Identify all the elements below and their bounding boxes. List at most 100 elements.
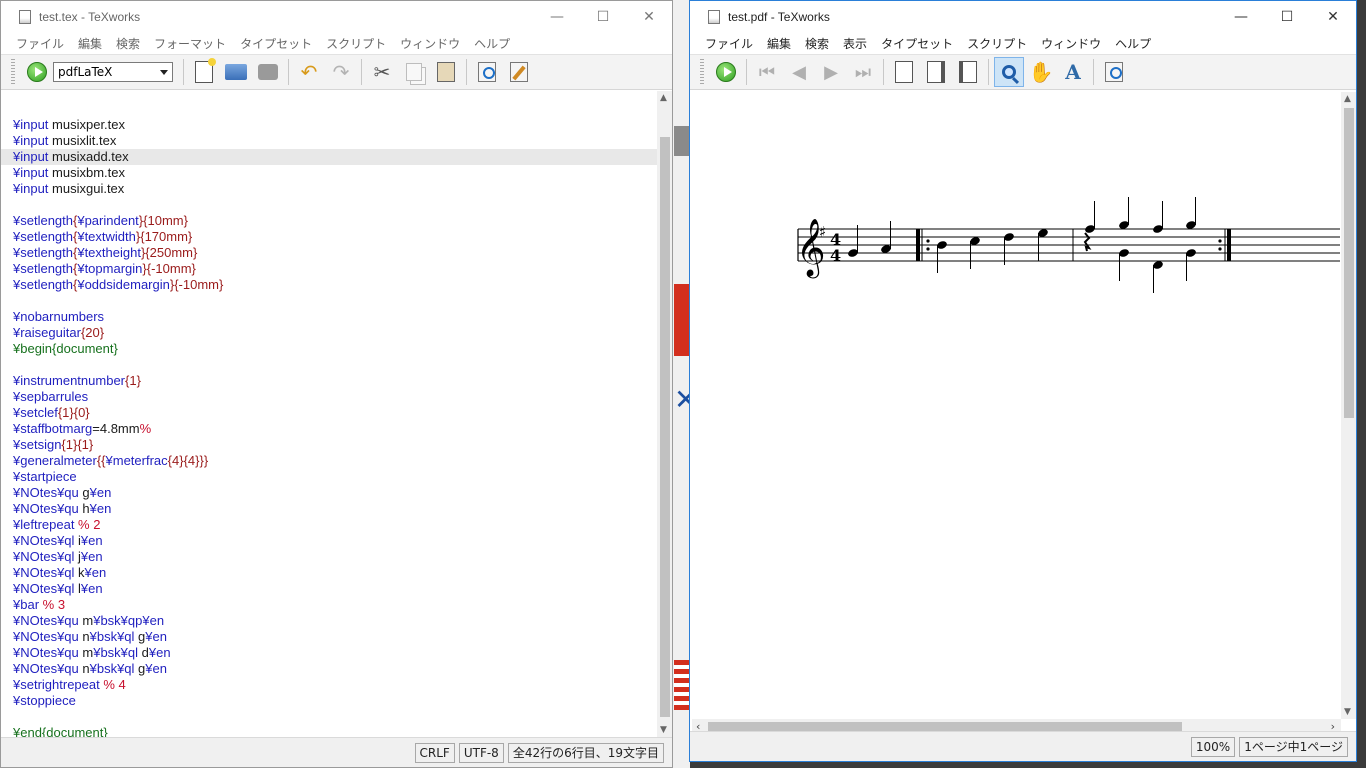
code-line[interactable]: ¥leftrepeat % 2 [1, 517, 657, 533]
code-line[interactable]: ¥NOtes¥qu g¥en [1, 485, 657, 501]
paste-button[interactable] [431, 57, 461, 87]
code-line[interactable]: ¥input musixadd.tex [1, 149, 657, 165]
scroll-down-icon[interactable]: ▼ [1344, 707, 1351, 717]
code-line[interactable]: ¥end{document} [1, 725, 657, 737]
toolbar-grip[interactable] [11, 59, 15, 85]
code-line[interactable]: ¥setlength{¥topmargin}{-10mm} [1, 261, 657, 277]
code-line[interactable]: ¥setrightrepeat % 4 [1, 677, 657, 693]
code-line[interactable]: ¥NOtes¥ql i¥en [1, 533, 657, 549]
code-line[interactable]: ¥setsign{1}{1} [1, 437, 657, 453]
encoding-indicator[interactable]: UTF-8 [458, 742, 504, 763]
code-line[interactable]: ¥raiseguitar{20} [1, 325, 657, 341]
code-line[interactable]: ¥input musixbm.tex [1, 165, 657, 181]
page-indicator[interactable]: 1ページ中1ページ [1239, 736, 1348, 757]
code-line[interactable]: ¥NOtes¥qu n¥bsk¥ql g¥en [1, 661, 657, 677]
code-line[interactable] [1, 357, 657, 373]
cursor-position[interactable]: 全42行の6行目、19文字目 [507, 742, 664, 763]
toolbar-grip[interactable] [700, 59, 704, 85]
new-document-button[interactable] [189, 57, 219, 87]
code-line[interactable]: ¥setlength{¥oddsidemargin}{-10mm} [1, 277, 657, 293]
menu-help[interactable]: ヘルプ [1108, 35, 1158, 52]
typeset-button[interactable] [22, 57, 52, 87]
fit-width-button[interactable] [921, 57, 951, 87]
menu-typeset[interactable]: タイプセット [874, 35, 960, 52]
zoom-level[interactable]: 100% [1190, 736, 1236, 757]
code-line[interactable]: ¥begin{document} [1, 341, 657, 357]
magnify-tool-button[interactable] [994, 57, 1024, 87]
pdf-page-view[interactable]: 𝄞 ♯ 4 4 [692, 92, 1340, 719]
next-page-button[interactable]: ▶ [816, 57, 846, 87]
typeset-button[interactable] [711, 57, 741, 87]
code-line[interactable]: ¥setlength{¥textheight}{250mm} [1, 245, 657, 261]
menu-search[interactable]: 検索 [798, 35, 836, 52]
viewer-titlebar[interactable]: test.pdf - TeXworks — ☐ ✕ [690, 1, 1356, 32]
code-line[interactable]: ¥NOtes¥qu h¥en [1, 501, 657, 517]
maximize-button[interactable]: ☐ [1264, 1, 1310, 32]
scroll-thumb[interactable] [660, 137, 670, 717]
menu-view[interactable]: 表示 [836, 35, 874, 52]
editor-titlebar[interactable]: test.tex - TeXworks — ☐ ✕ [1, 1, 672, 32]
menu-window[interactable]: ウィンドウ [1034, 35, 1108, 52]
menu-help[interactable]: ヘルプ [467, 35, 517, 52]
find-button[interactable] [1099, 57, 1129, 87]
code-line[interactable]: ¥setclef{1}{0} [1, 405, 657, 421]
code-line[interactable]: ¥staffbotmarg=4.8mm% [1, 421, 657, 437]
menu-file[interactable]: ファイル [9, 35, 71, 52]
viewer-vertical-scrollbar[interactable]: ▲ ▼ [1341, 92, 1356, 719]
save-button[interactable] [253, 57, 283, 87]
source-editor[interactable]: ¥input musixper.tex ¥input musixlit.tex ¥i… [1, 91, 657, 737]
minimize-button[interactable]: — [534, 1, 580, 32]
code-line[interactable]: ¥setlength{¥textwidth}{170mm} [1, 229, 657, 245]
scroll-down-icon[interactable]: ▼ [660, 725, 667, 735]
minimize-button[interactable]: — [1218, 1, 1264, 32]
code-line[interactable]: ¥input musixper.tex [1, 117, 657, 133]
code-line[interactable]: ¥generalmeter{{¥meterfrac{4}{4}}} [1, 453, 657, 469]
code-line[interactable]: ¥NOtes¥qu n¥bsk¥ql g¥en [1, 629, 657, 645]
code-line[interactable]: ¥NOtes¥ql j¥en [1, 549, 657, 565]
scroll-up-icon[interactable]: ▲ [1344, 94, 1351, 104]
menu-file[interactable]: ファイル [698, 35, 760, 52]
last-page-button[interactable]: ⏭ [848, 57, 878, 87]
code-line[interactable]: ¥NOtes¥qu m¥bsk¥ql d¥en [1, 645, 657, 661]
undo-button[interactable]: ↶ [294, 57, 324, 87]
select-text-tool-button[interactable]: A [1058, 57, 1088, 87]
code-line[interactable] [1, 197, 657, 213]
code-line[interactable]: ¥instrumentnumber{1} [1, 373, 657, 389]
previous-page-button[interactable]: ◀ [784, 57, 814, 87]
menu-window[interactable]: ウィンドウ [393, 35, 467, 52]
menu-scripts[interactable]: スクリプト [319, 35, 393, 52]
maximize-button[interactable]: ☐ [580, 1, 626, 32]
code-line[interactable] [1, 293, 657, 309]
first-page-button[interactable]: ⏮ [752, 57, 782, 87]
menu-edit[interactable]: 編集 [760, 35, 798, 52]
code-line[interactable]: ¥sepbarrules [1, 389, 657, 405]
code-line[interactable]: ¥startpiece [1, 469, 657, 485]
open-button[interactable] [221, 57, 251, 87]
menu-search[interactable]: 検索 [109, 35, 147, 52]
editor-vertical-scrollbar[interactable]: ▲ ▼ [657, 91, 672, 737]
menu-format[interactable]: フォーマット [147, 35, 233, 52]
scroll-tool-button[interactable]: ✋ [1026, 57, 1056, 87]
actual-size-button[interactable] [889, 57, 919, 87]
menu-scripts[interactable]: スクリプト [960, 35, 1034, 52]
code-line[interactable]: ¥NOtes¥ql l¥en [1, 581, 657, 597]
code-line[interactable]: ¥bar % 3 [1, 597, 657, 613]
code-line[interactable] [1, 709, 657, 725]
replace-button[interactable] [504, 57, 534, 87]
code-line[interactable]: ¥input musixgui.tex [1, 181, 657, 197]
engine-select[interactable]: pdfLaTeX [53, 62, 173, 82]
close-button[interactable]: ✕ [1310, 1, 1356, 32]
menu-edit[interactable]: 編集 [71, 35, 109, 52]
find-button[interactable] [472, 57, 502, 87]
copy-button[interactable] [399, 57, 429, 87]
code-line[interactable]: ¥nobarnumbers [1, 309, 657, 325]
menu-typeset[interactable]: タイプセット [233, 35, 319, 52]
scroll-up-icon[interactable]: ▲ [660, 93, 667, 103]
code-line[interactable]: ¥setlength{¥parindent}{10mm} [1, 213, 657, 229]
code-line[interactable]: ¥stoppiece [1, 693, 657, 709]
close-button[interactable]: ✕ [626, 1, 672, 32]
cut-button[interactable]: ✂ [367, 57, 397, 87]
code-line[interactable]: ¥NOtes¥qu m¥bsk¥qp¥en [1, 613, 657, 629]
redo-button[interactable]: ↷ [326, 57, 356, 87]
line-ending-indicator[interactable]: CRLF [414, 742, 455, 763]
